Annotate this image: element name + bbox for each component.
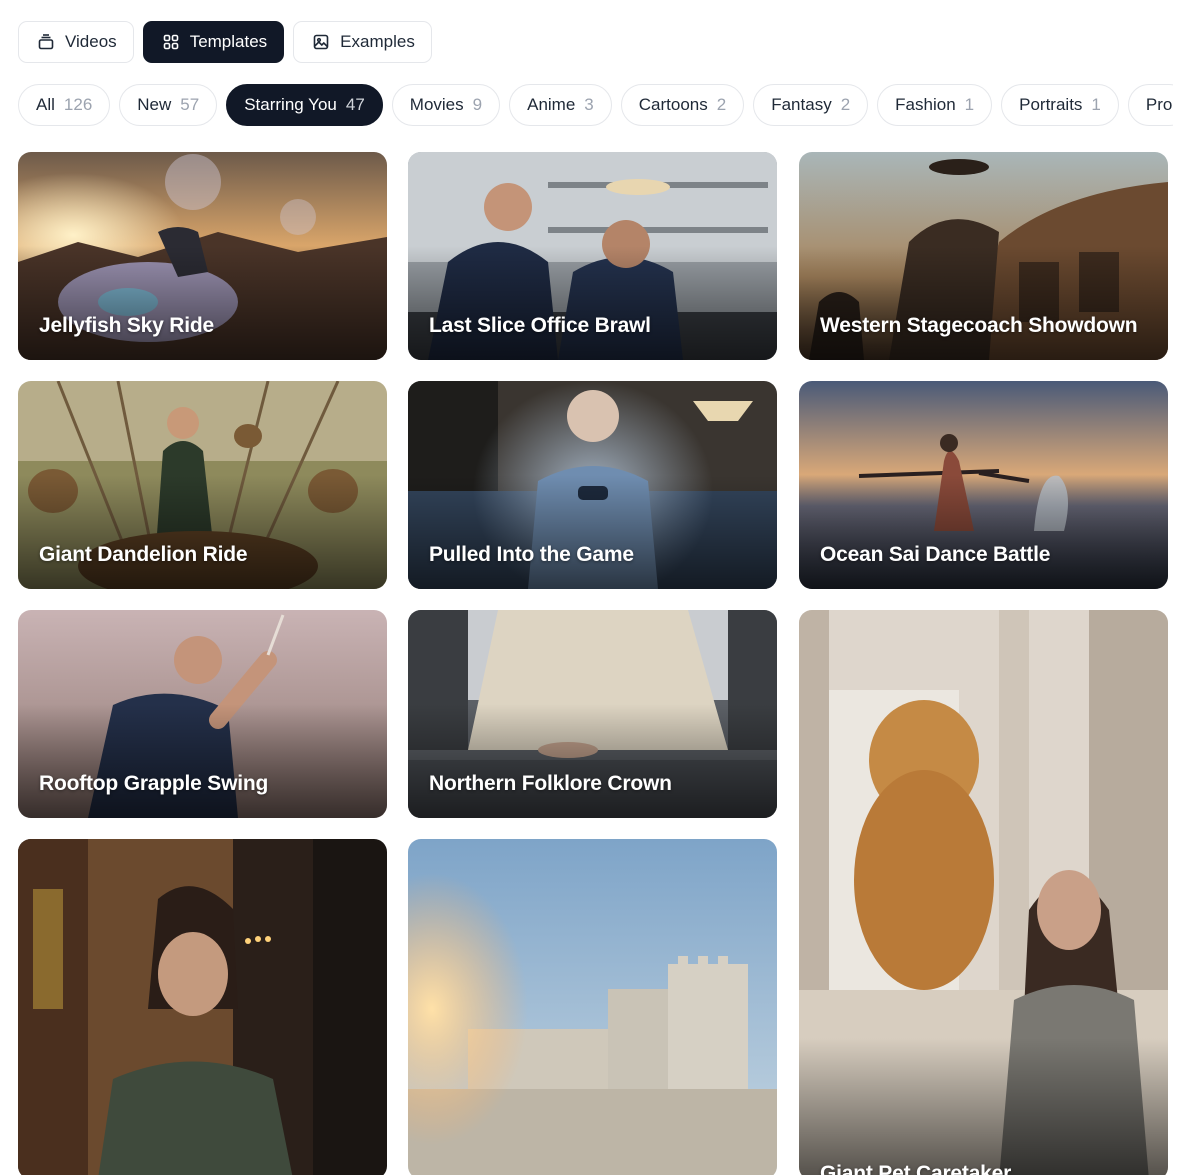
mode-toggle: Videos Templates Examples	[18, 21, 432, 63]
examples-tab-label: Examples	[340, 32, 415, 51]
layers-icon	[38, 34, 54, 50]
category-chip-anime[interactable]: Anime 3	[509, 84, 612, 126]
category-chip-all[interactable]: All 126	[18, 84, 111, 126]
card-gradient	[799, 1037, 1168, 1175]
category-chip-fantasy[interactable]: Fantasy 2	[753, 84, 869, 126]
image-icon	[313, 34, 329, 50]
chip-count: 2	[716, 95, 727, 114]
category-chip-pro[interactable]: Pro	[1127, 84, 1173, 126]
templates-tab[interactable]: Templates	[142, 21, 285, 63]
chip-label: Movies	[409, 95, 464, 114]
template-card[interactable]: Northern Folklore Crown	[408, 610, 777, 818]
chip-count: 2	[840, 95, 851, 114]
chip-count: 3	[584, 95, 594, 114]
card-gradient	[408, 703, 777, 818]
chip-label: Cartoons	[638, 95, 708, 114]
card-gradient	[799, 474, 1168, 589]
card-gradient	[18, 703, 387, 818]
category-chip-portraits[interactable]: Portraits 1	[1001, 84, 1119, 126]
chip-count: 1	[1091, 95, 1101, 114]
template-card[interactable]: Giant Dandelion Ride	[18, 381, 387, 589]
chip-label: All	[36, 95, 55, 114]
template-card[interactable]	[408, 839, 777, 1175]
chip-label: Pro	[1145, 95, 1173, 114]
template-card[interactable]: Ocean Sai Dance Battle	[799, 381, 1168, 589]
card-gradient	[799, 245, 1168, 360]
chip-count: 126	[63, 95, 93, 114]
chip-count: 47	[345, 95, 365, 114]
chip-count: 9	[472, 95, 483, 114]
template-thumbnail	[18, 839, 387, 1175]
template-title: Rooftop Grapple Swing	[39, 772, 269, 795]
chip-label: Fantasy	[771, 95, 832, 114]
template-card[interactable]: Pulled Into the Game	[408, 381, 777, 589]
templates-tab-label: Templates	[189, 32, 268, 51]
category-chip-new[interactable]: New 57	[119, 84, 218, 126]
template-title: Giant Pet Caretaker	[820, 1162, 1012, 1175]
card-gradient	[18, 245, 387, 360]
template-title: Giant Dandelion Ride	[39, 543, 248, 566]
template-title: Pulled Into the Game	[429, 543, 634, 566]
template-card[interactable]: Rooftop Grapple Swing	[18, 610, 387, 818]
category-chip-cartoons[interactable]: Cartoons 2	[620, 84, 745, 126]
template-card[interactable]: Last Slice Office Brawl	[408, 152, 777, 360]
card-gradient	[408, 474, 777, 589]
template-title: Jellyfish Sky Ride	[39, 314, 214, 337]
chip-count: 1	[964, 95, 975, 114]
card-gradient	[18, 474, 387, 589]
template-thumbnail	[408, 839, 777, 1175]
category-chip-fashion[interactable]: Fashion 1	[877, 84, 993, 126]
category-chip-starring-you[interactable]: Starring You 47	[226, 84, 383, 126]
template-card[interactable]	[18, 839, 387, 1175]
template-title: Last Slice Office Brawl	[429, 314, 651, 337]
chip-label: Fashion	[895, 95, 956, 114]
chip-label: New	[137, 95, 172, 114]
videos-tab[interactable]: Videos	[18, 21, 134, 63]
template-title: Northern Folklore Crown	[429, 772, 672, 795]
examples-tab[interactable]: Examples	[293, 21, 432, 63]
chip-label: Anime	[527, 95, 576, 114]
template-card[interactable]: Western Stagecoach Showdown	[799, 152, 1168, 360]
chip-label: Starring You	[244, 95, 337, 114]
videos-tab-label: Videos	[65, 32, 117, 51]
template-card[interactable]: Jellyfish Sky Ride	[18, 152, 387, 360]
template-title: Ocean Sai Dance Battle	[820, 543, 1051, 566]
category-filter-bar: All 126 New 57 Starring You 47 Movies 9 …	[18, 84, 1173, 126]
template-title: Western Stagecoach Showdown	[820, 314, 1138, 337]
template-card[interactable]: Giant Pet Caretaker	[799, 610, 1168, 1175]
category-chip-movies[interactable]: Movies 9	[391, 84, 501, 126]
grid-icon	[163, 34, 178, 50]
card-gradient	[408, 245, 777, 360]
chip-count: 57	[180, 95, 200, 114]
chip-label: Portraits	[1019, 95, 1083, 114]
